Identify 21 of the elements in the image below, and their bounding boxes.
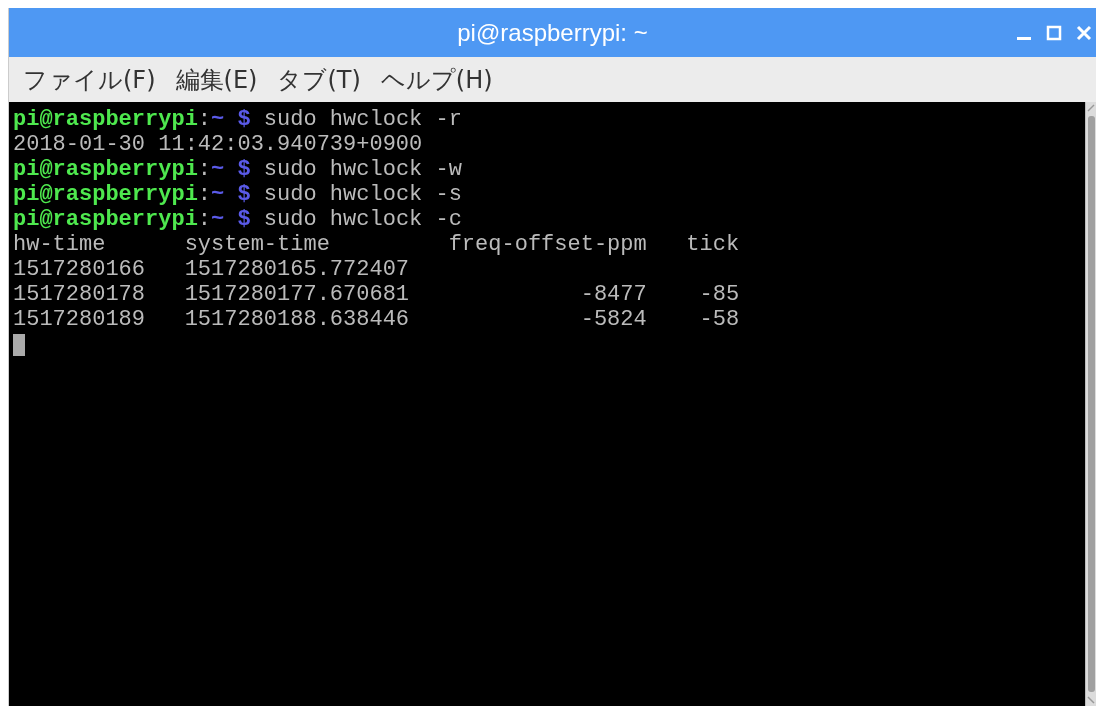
- output-line: 1517280166 1517280165.772407: [13, 257, 411, 282]
- menu-item[interactable]: 編集(E): [175, 63, 258, 96]
- scrollbar[interactable]: [1085, 102, 1096, 706]
- output-line: 2018-01-30 11:42:03.940739+0900: [13, 132, 424, 157]
- output-line: 1517280178 1517280177.670681 -8477 -85: [13, 282, 741, 307]
- prompt-line: pi@raspberrypi:~ $ sudo hwclock -r: [13, 107, 463, 132]
- close-icon[interactable]: [1076, 24, 1092, 41]
- scrollbar-thumb[interactable]: [1087, 116, 1095, 692]
- output-line: hw-time system-time freq-offset-ppm tick: [13, 232, 741, 257]
- text-cursor: [13, 334, 25, 356]
- scroll-up-icon[interactable]: [1087, 104, 1095, 112]
- output-line: 1517280189 1517280188.638446 -5824 -58: [13, 307, 741, 332]
- maximize-icon[interactable]: [1046, 24, 1062, 41]
- prompt-line: pi@raspberrypi:~ $ sudo hwclock -w: [13, 157, 463, 182]
- prompt-line: pi@raspberrypi:~ $ sudo hwclock -c: [13, 207, 463, 232]
- prompt-line: pi@raspberrypi:~ $ sudo hwclock -s: [13, 182, 463, 207]
- menu-item[interactable]: ヘルプ(H): [380, 63, 493, 96]
- scroll-down-icon[interactable]: [1087, 696, 1095, 704]
- menu-item[interactable]: ファイル(F): [23, 63, 156, 96]
- menu-item[interactable]: タブ(T): [277, 63, 361, 96]
- window-title: pi@raspberrypi: ~: [457, 18, 648, 47]
